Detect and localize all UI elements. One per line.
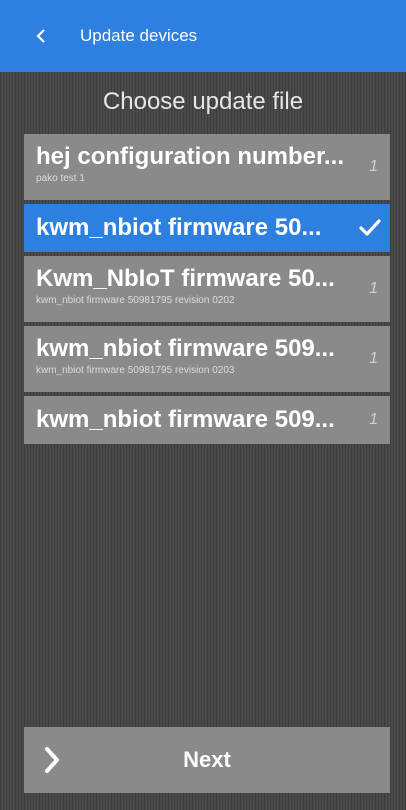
file-item[interactable]: Kwm_NbIoT firmware 50... kwm_nbiot firmw…: [24, 256, 390, 322]
checkmark-icon: [359, 219, 381, 236]
back-button[interactable]: [30, 21, 52, 51]
file-count: 1: [369, 411, 378, 428]
file-item-selected[interactable]: kwm_nbiot firmware 50...: [24, 204, 390, 252]
file-count: 1: [369, 350, 378, 367]
file-subtitle: pako test 1: [36, 173, 85, 184]
file-count: 1: [369, 158, 378, 175]
file-title: kwm_nbiot firmware 509...: [36, 406, 335, 433]
chevron-left-icon: [36, 29, 45, 43]
chevron-right-icon: [45, 747, 59, 773]
file-title: Kwm_NbIoT firmware 50...: [36, 265, 335, 292]
page-title: Choose update file: [102, 88, 304, 115]
file-title: hej configuration number...: [36, 143, 345, 170]
file-title: kwm_nbiot firmware 50...: [36, 214, 322, 241]
file-list: hej configuration number... pako test 1 …: [24, 134, 390, 448]
file-subtitle: kwm_nbiot firmware 50981795 revision 020…: [36, 295, 235, 306]
next-button[interactable]: Next: [24, 727, 390, 793]
app-bar: Update devices: [0, 0, 406, 72]
file-subtitle: kwm_nbiot firmware 50981795 revision 020…: [36, 365, 235, 376]
file-item[interactable]: hej configuration number... pako test 1 …: [24, 134, 390, 200]
file-count: 1: [369, 280, 378, 297]
file-title: kwm_nbiot firmware 509...: [36, 335, 335, 362]
file-item[interactable]: kwm_nbiot firmware 509... 1: [24, 396, 390, 444]
file-item[interactable]: kwm_nbiot firmware 509... kwm_nbiot firm…: [24, 326, 390, 392]
next-button-label: Next: [183, 747, 231, 772]
app-bar-title: Update devices: [80, 26, 198, 45]
